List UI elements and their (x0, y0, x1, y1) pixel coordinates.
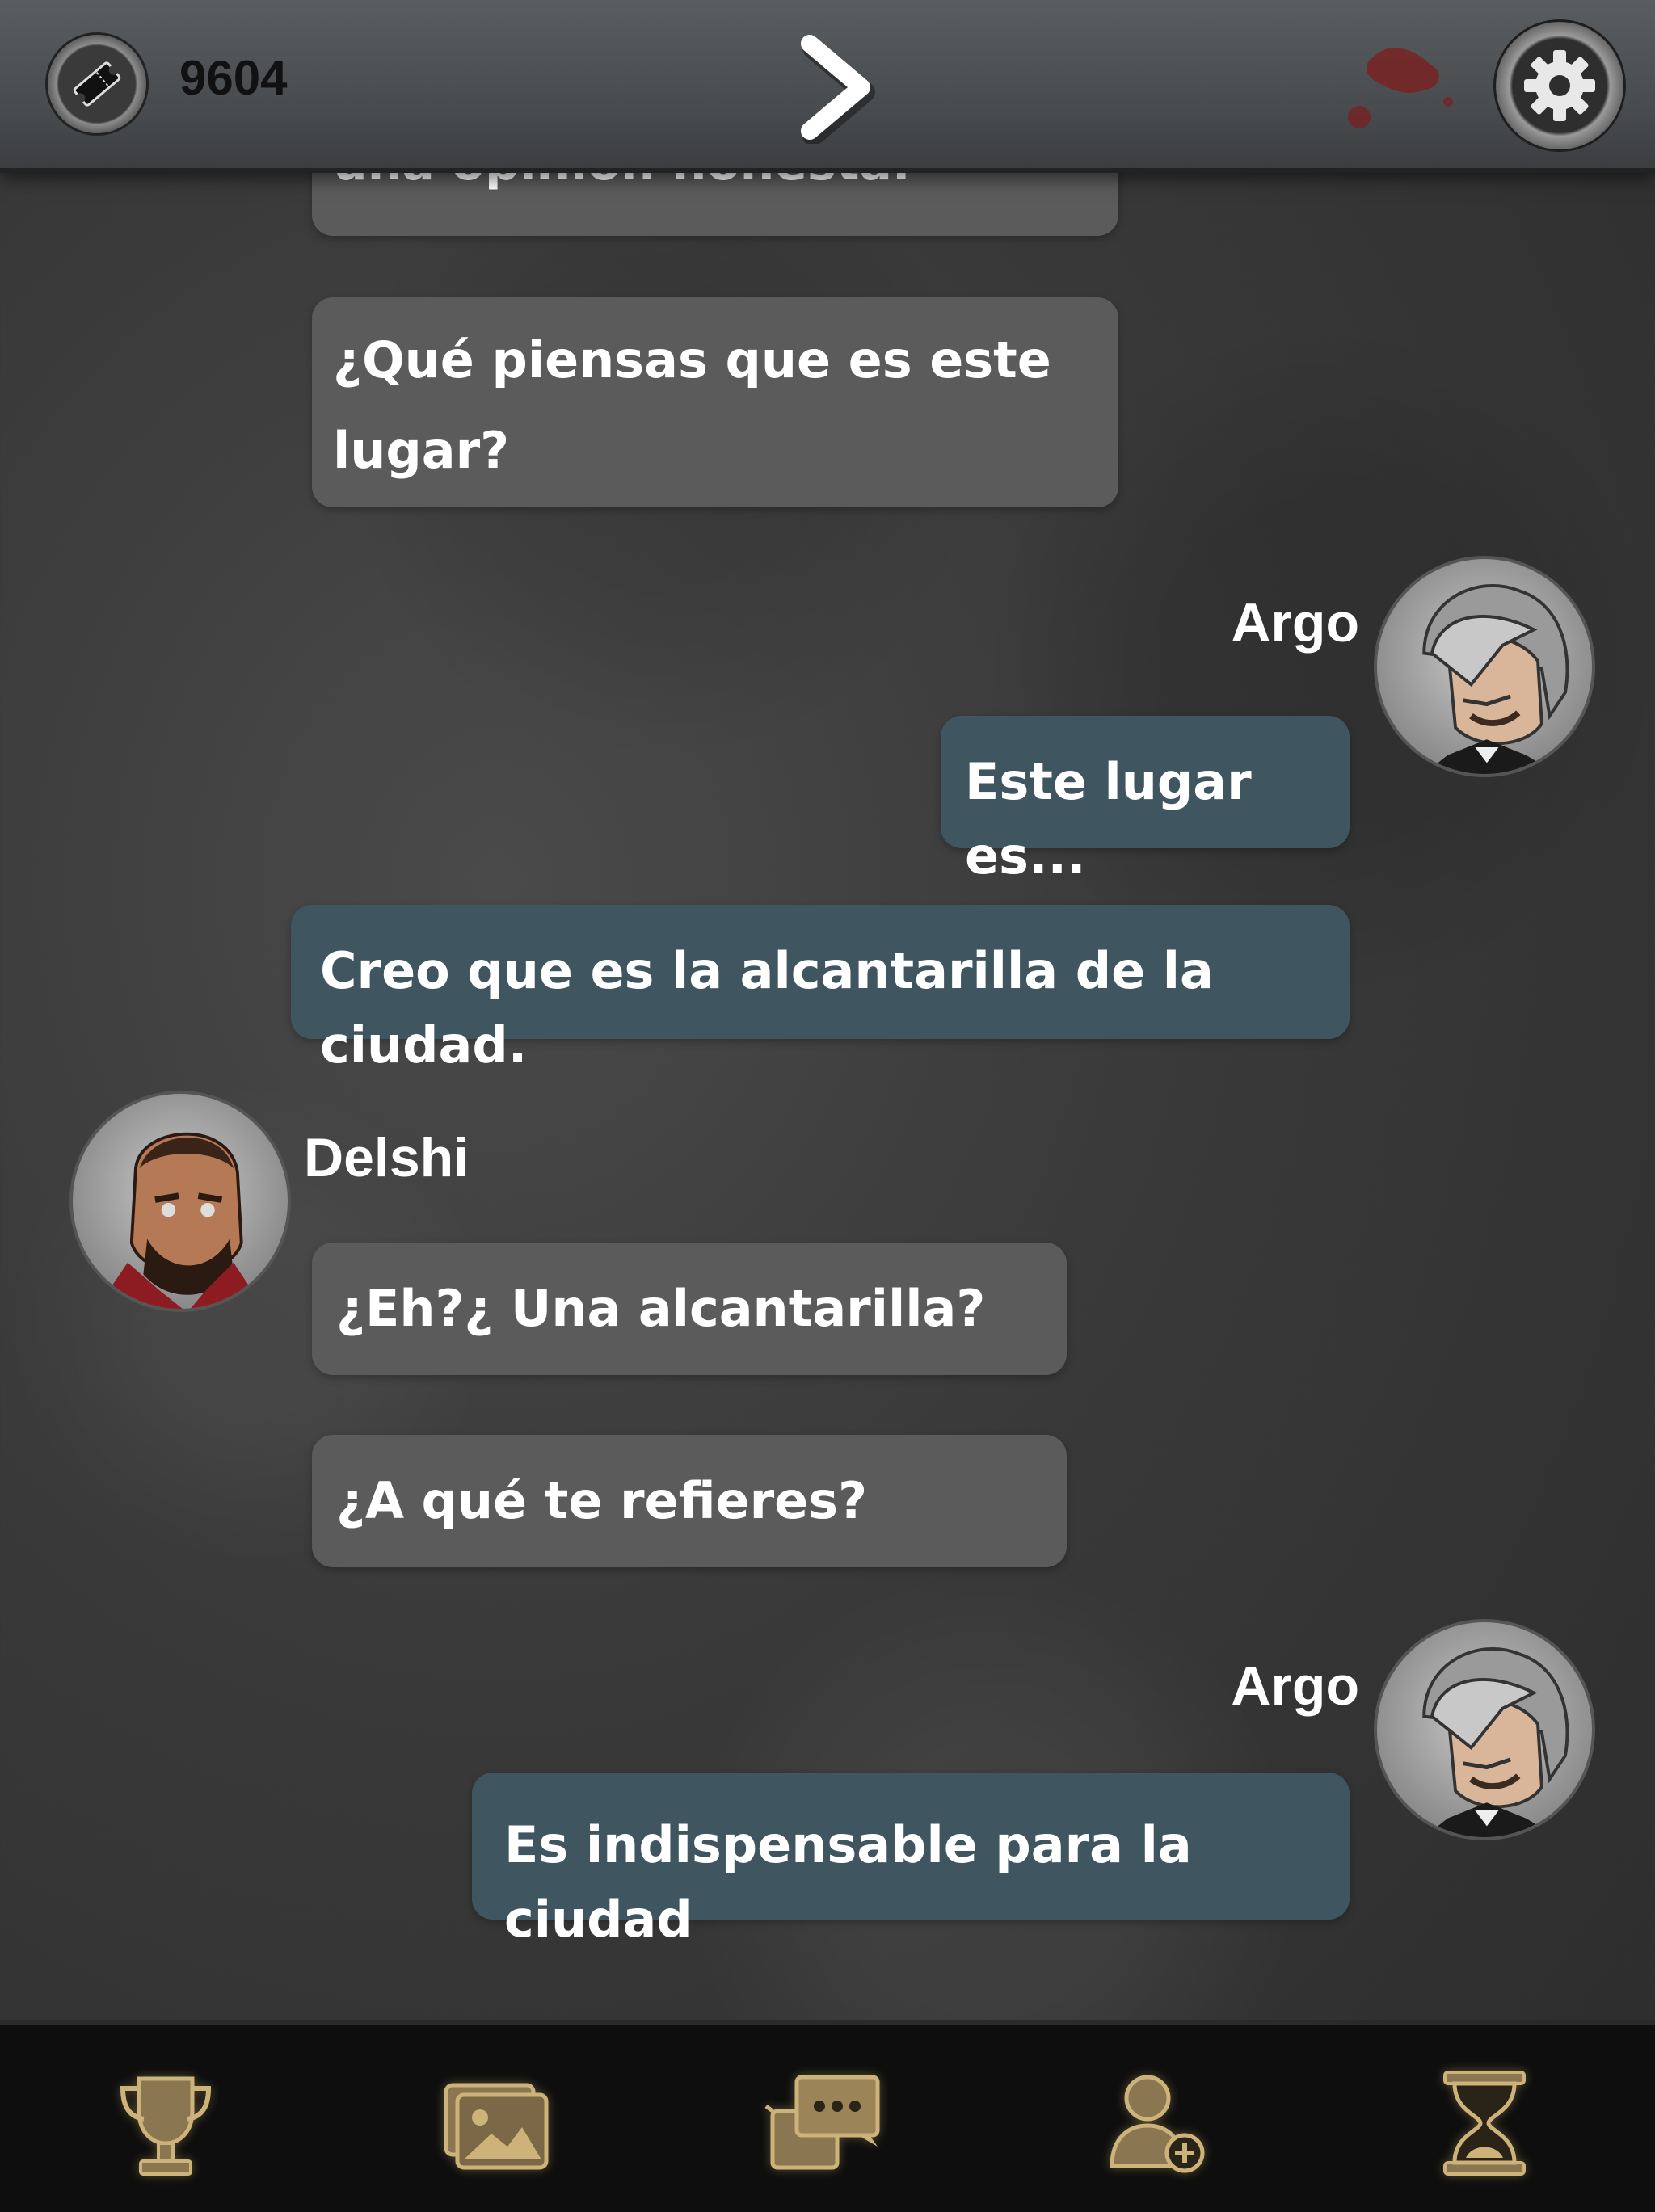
speaker-name: Argo (1231, 1655, 1359, 1717)
message-bubble: ¿A qué te refieres? (312, 1435, 1067, 1567)
gallery-icon (444, 2083, 549, 2170)
blood-splatter-decoration (1348, 48, 1453, 128)
bottom-nav (0, 2020, 1655, 2212)
message-text: ¿Eh?¿ Una alcantarilla? (336, 1279, 986, 1338)
message-text: Este lugar es... (965, 752, 1252, 885)
nav-gallery[interactable] (427, 2059, 564, 2188)
message-bubble: Creo que es la alcantarilla de la ciudad… (291, 905, 1350, 1074)
speaker-name: Delshi (304, 1127, 470, 1188)
chat-icon (764, 2075, 880, 2170)
top-bar: 9604 (0, 0, 1655, 173)
avatar-argo[interactable] (1374, 556, 1595, 777)
speaker-name: Argo (1231, 592, 1359, 654)
message-bubble: ¿Qué piensas que es este lugar? (312, 297, 1118, 507)
message-text: ¿Qué piensas que es este (333, 330, 1051, 389)
message-text: Es indispensable para la ciudad (504, 1815, 1192, 1949)
nav-timeline[interactable] (1416, 2059, 1553, 2188)
gear-icon (1524, 50, 1595, 121)
message-bubble: ¿Eh?¿ Una alcantarilla? (312, 1243, 1067, 1375)
ticket-button[interactable] (45, 32, 149, 136)
hourglass-icon (1443, 2071, 1526, 2176)
nav-achievements[interactable] (97, 2059, 234, 2188)
message-text: Creo que es la alcantarilla de la ciudad… (320, 941, 1214, 1074)
avatar-delshi[interactable] (69, 1091, 291, 1312)
ticket-count: 9604 (179, 51, 288, 105)
nav-add-user[interactable] (1086, 2059, 1223, 2188)
message-text: lugar? (333, 421, 510, 480)
message-bubble: Este lugar es... (941, 716, 1350, 885)
settings-button[interactable] (1493, 19, 1626, 152)
nav-chat[interactable] (756, 2059, 894, 2188)
message-text: ¿A qué te refieres? (336, 1471, 868, 1530)
add-user-icon (1110, 2075, 1205, 2173)
ticket-icon (73, 61, 121, 107)
chevron-right-icon[interactable] (792, 31, 881, 144)
avatar-argo[interactable] (1374, 1619, 1595, 1840)
message-bubble: Es indispensable para la ciudad (472, 1773, 1350, 1949)
trophy-icon (120, 2076, 212, 2176)
